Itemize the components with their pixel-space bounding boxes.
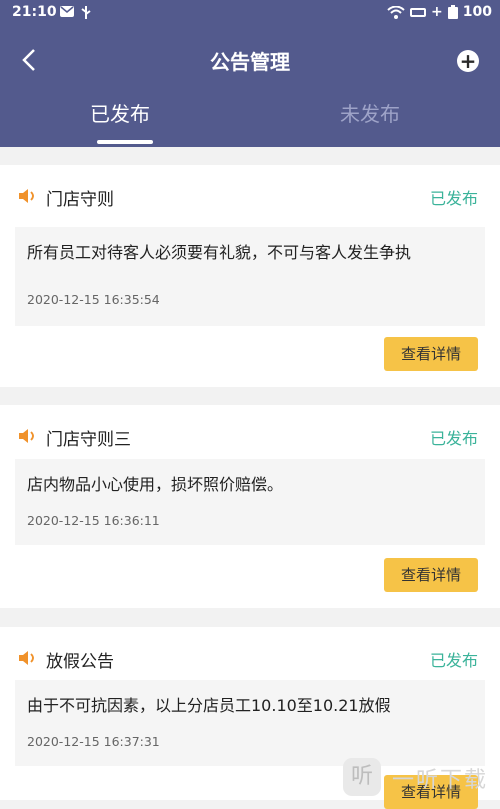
notice-content-box: 由于不可抗因素，以上分店员工10.10至10.21放假 2020-12-15 1… [15,680,485,766]
notice-title: 放假公告 [46,652,114,672]
view-details-button[interactable]: 查看详情 [384,558,478,592]
speaker-icon [19,189,34,203]
page-title: 公告管理 [210,50,290,74]
title-bar: 公告管理 + [0,36,500,84]
battery-level: 100 [462,4,492,20]
tab-published[interactable]: 已发布 [90,98,150,127]
notice-content: 所有员工对待客人必须要有礼貌，不可与客人发生争执 [27,243,412,262]
notice-status: 已发布 [429,651,478,670]
watermark-text: 一听下载 [392,768,489,793]
notice-title: 门店守则 [46,190,114,210]
notice-card-header: 门店守则三 已发布 [0,405,500,467]
watermark: 听 一听下载 [338,755,498,800]
view-details-button[interactable]: 查看详情 [384,337,478,371]
tab-bar: 已发布 未发布 [0,92,500,147]
add-notice-button[interactable]: + [457,50,479,72]
tab-unpublished[interactable]: 未发布 [340,98,400,127]
notice-card-header: 门店守则 已发布 [0,165,500,227]
notice-content: 由于不可抗因素，以上分店员工10.10至10.21放假 [27,696,391,715]
notice-title: 门店守则三 [46,430,131,450]
notice-card: 门店守则三 已发布 店内物品小心使用，损坏照价赔偿。 2020-12-15 16… [0,405,500,608]
status-bar: 21:10 + 100 [0,0,500,26]
notice-card: 门店守则 已发布 所有员工对待客人必须要有礼貌，不可与客人发生争执 2020-1… [0,165,500,387]
battery-outline-icon [410,7,427,17]
speaker-icon [19,651,34,665]
speaker-icon [19,429,34,443]
charging-icon: + [431,4,443,20]
notice-content-box: 店内物品小心使用，损坏照价赔偿。 2020-12-15 16:36:11 [15,459,485,545]
notice-status: 已发布 [429,189,478,208]
battery-icon [447,5,458,19]
notice-status: 已发布 [429,429,478,448]
active-tab-indicator [97,140,153,144]
wifi-icon [387,5,405,19]
status-time: 21:10 [12,4,57,20]
plus-icon: + [459,49,477,73]
notice-content: 店内物品小心使用，损坏照价赔偿。 [27,475,284,494]
watermark-logo-icon: 听 [343,758,381,796]
notice-time: 2020-12-15 16:35:54 [27,292,160,307]
notice-time: 2020-12-15 16:36:11 [27,513,160,528]
app-header: 21:10 + 100 公告管理 + 已发布 未发布 [0,0,500,147]
usb-icon [81,6,91,19]
notice-time: 2020-12-15 16:37:31 [27,734,160,749]
notice-content-box: 所有员工对待客人必须要有礼貌，不可与客人发生争执 2020-12-15 16:3… [15,227,485,326]
message-icon [60,6,74,17]
